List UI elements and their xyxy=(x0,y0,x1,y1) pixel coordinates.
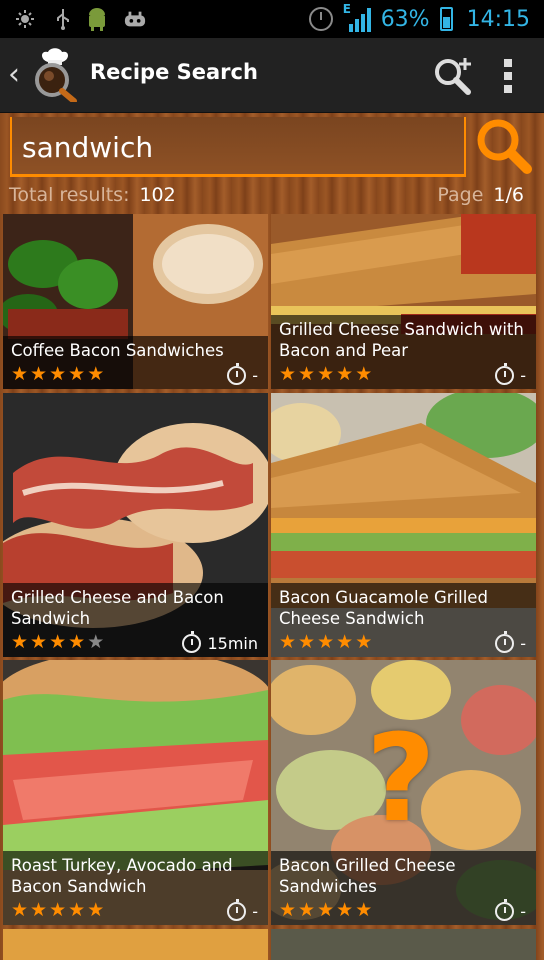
stopwatch-icon xyxy=(182,631,202,653)
total-results: Total results: 102 xyxy=(9,184,176,206)
recipe-name: Bacon Grilled Cheese Sandwiches xyxy=(279,856,456,896)
search-input[interactable] xyxy=(20,125,454,169)
recipe-card[interactable]: Coffee Bacon Sandwiches ★ ★ ★ ★ ★ - xyxy=(3,214,268,389)
signal-icon: E xyxy=(343,2,371,32)
rating-stars: ★ ★ ★ ★ ★ xyxy=(279,631,373,653)
recipe-name: Bacon Guacamole Grilled Cheese Sandwich xyxy=(279,588,488,628)
question-mark-glyph: ? xyxy=(366,710,436,849)
recipe-name: Grilled Cheese and Bacon Sandwich xyxy=(11,588,224,628)
page-number: 1/6 xyxy=(493,184,524,206)
recipe-card-partial[interactable] xyxy=(271,929,536,960)
action-bar: ‹ Recipe Search xyxy=(0,38,544,113)
rating-stars: ★ ★ ★ ★ ★ xyxy=(11,899,105,921)
stopwatch-icon xyxy=(227,363,247,385)
search-icon[interactable] xyxy=(474,116,534,178)
brightness-icon xyxy=(14,8,36,30)
recipe-name: Roast Turkey, Avocado and Bacon Sandwich xyxy=(11,856,233,896)
cook-time: - xyxy=(227,899,258,921)
android-debug-icon xyxy=(86,8,108,31)
stopwatch-icon xyxy=(227,899,247,921)
recipe-card[interactable]: Bacon Guacamole Grilled Cheese Sandwich … xyxy=(271,393,536,657)
rating-stars: ★ ★ ★ ★ ★ xyxy=(279,899,373,921)
rating-stars: ★ ★ ★ ★ ★ xyxy=(279,363,373,385)
search-field[interactable] xyxy=(10,117,466,177)
battery-percent: 63% xyxy=(380,6,430,32)
page-title: Recipe Search xyxy=(90,60,258,84)
cook-time: - xyxy=(495,899,526,921)
usb-icon xyxy=(52,8,74,30)
cook-time: - xyxy=(495,363,526,385)
cook-time: 15min xyxy=(182,631,258,653)
alarm-icon xyxy=(308,7,333,31)
recipe-card[interactable]: Grilled Cheese Sandwich with Bacon and P… xyxy=(271,214,536,389)
cook-time: - xyxy=(227,363,258,385)
cook-time: - xyxy=(495,631,526,653)
rating-stars: ★ ★ ★ ★ ★ xyxy=(11,363,105,385)
battery-icon xyxy=(439,7,453,31)
recipe-card-partial[interactable] xyxy=(3,929,268,960)
stopwatch-icon xyxy=(495,899,515,921)
recipe-name: Grilled Cheese Sandwich with Bacon and P… xyxy=(279,320,524,360)
recipe-card[interactable]: Roast Turkey, Avocado and Bacon Sandwich… xyxy=(3,660,268,925)
status-bar: E 63% 14:15 xyxy=(0,0,544,38)
recipe-card[interactable]: Grilled Cheese and Bacon Sandwich ★ ★ ★ ★ ★ … xyxy=(3,393,268,657)
recipe-name: Coffee Bacon Sandwiches xyxy=(11,341,224,360)
add-search-icon[interactable] xyxy=(432,54,476,98)
game-controller-icon xyxy=(124,8,146,30)
page-indicator: Page 1/6 xyxy=(437,184,524,206)
back-arrow-icon[interactable]: ‹ xyxy=(8,60,20,90)
overflow-menu-icon[interactable] xyxy=(498,56,518,96)
total-results-count: 102 xyxy=(139,184,176,206)
clock-time: 14:15 xyxy=(466,6,530,32)
rating-stars: ★ ★ ★ ★ ★ xyxy=(11,631,105,653)
stopwatch-icon xyxy=(495,631,515,653)
recipe-card[interactable]: ? Bacon Grilled Cheese Sandwiches ★ ★ ★ ★ ★ … xyxy=(271,660,536,925)
app-logo-chef-magnifier-icon[interactable] xyxy=(30,48,78,104)
stopwatch-icon xyxy=(495,363,515,385)
